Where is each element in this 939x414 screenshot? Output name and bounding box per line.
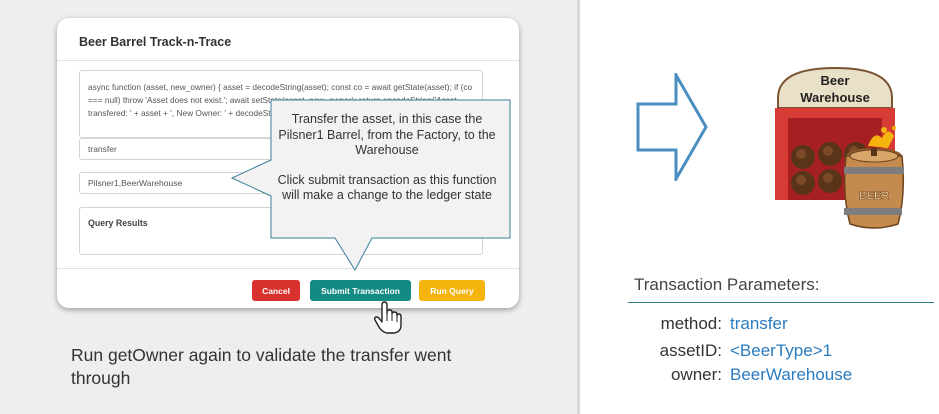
param-key: assetID: [659,341,722,360]
param-value: <BeerType>1 [730,341,833,360]
param-key: owner: [670,365,722,384]
warehouse-sign-line2: Warehouse [800,90,870,105]
footer-divider [57,268,519,269]
param-row-method: method: [0,314,722,334]
param-row-owner: owner: [0,365,722,385]
title-divider [57,60,519,61]
submit-transaction-button[interactable]: Submit Transaction [310,280,411,301]
callout-text: Transfer the asset, in this case the Pil… [271,112,503,204]
param-row-assetid: assetID: [0,341,722,361]
cancel-button[interactable]: Cancel [252,280,300,301]
barrel-label: BEER [859,190,890,202]
callout-line1: Transfer the asset, in this case the Pil… [278,112,496,157]
param-value: BeerWarehouse [730,365,853,384]
query-results-label: Query Results [88,218,148,228]
params-title: Transaction Parameters: [634,275,820,294]
beer-warehouse-icon: Beer Warehouse BEER [775,66,905,229]
app-title: Beer Barrel Track-n-Trace [79,35,232,49]
param-value: transfer [730,314,788,333]
warehouse-sign-line1: Beer [821,73,850,88]
query-results-box: Query Results [79,207,483,255]
right-arrow-icon [636,73,708,181]
param-key: method: [660,314,722,333]
params-divider [628,302,934,303]
callout-line2: Click submit transaction as this functio… [277,172,497,203]
run-query-button[interactable]: Run Query [419,280,485,301]
